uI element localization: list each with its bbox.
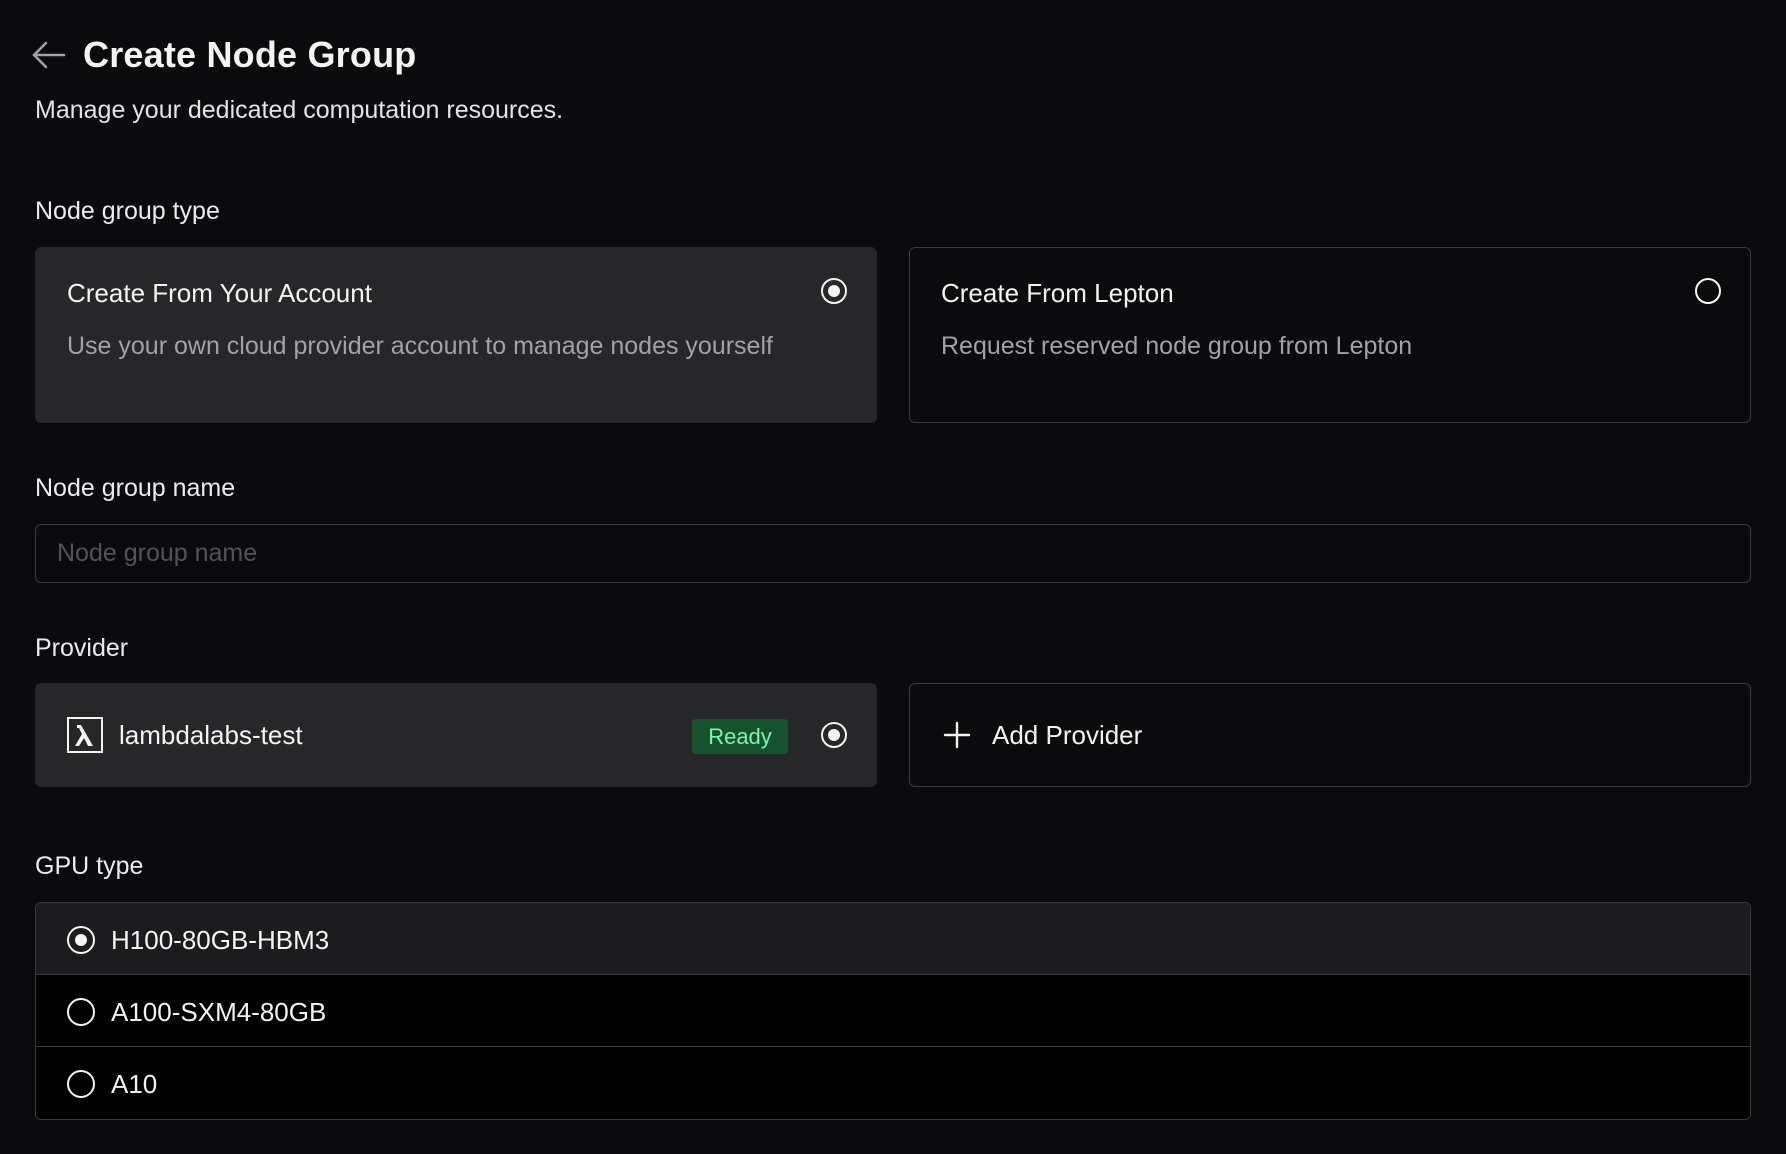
gpu-option-label: A10 (111, 1069, 158, 1099)
page-subtitle: Manage your dedicated computation resour… (35, 96, 564, 124)
status-badge: Ready (692, 719, 788, 754)
gpu-option-label: A100-SXM4-80GB (111, 997, 327, 1027)
gpu-option-a10[interactable]: A10 (36, 1047, 1750, 1119)
radio-create-from-account[interactable] (821, 278, 847, 304)
radio-gpu-h100[interactable] (67, 926, 95, 954)
gpu-type-list: H100-80GB-HBM3 A100-SXM4-80GB A10 (35, 902, 1751, 1120)
option-create-from-account[interactable]: Create From Your Account Use your own cl… (35, 247, 877, 423)
option-create-from-lepton[interactable]: Create From Lepton Request reserved node… (909, 247, 1751, 423)
provider-label: Provider (35, 634, 129, 662)
arrow-left-icon (32, 41, 66, 69)
gpu-option-a100[interactable]: A100-SXM4-80GB (36, 975, 1750, 1047)
back-button[interactable] (31, 37, 67, 73)
provider-item[interactable]: lambdalabs-test Ready (35, 683, 877, 787)
gpu-option-label: H100-80GB-HBM3 (111, 925, 330, 955)
node-group-name-label: Node group name (35, 474, 236, 502)
gpu-type-label: GPU type (35, 852, 144, 880)
node-group-type-label: Node group type (35, 197, 220, 225)
radio-gpu-a100[interactable] (67, 998, 95, 1026)
add-provider-label: Add Provider (992, 720, 1143, 750)
option-description: Use your own cloud provider account to m… (67, 332, 773, 360)
radio-gpu-a10[interactable] (67, 1070, 95, 1098)
option-title: Create From Your Account (67, 278, 372, 308)
page-title: Create Node Group (83, 34, 417, 75)
page-header: Create Node Group (32, 30, 417, 80)
radio-provider[interactable] (821, 722, 847, 748)
lambda-icon (67, 717, 103, 753)
option-title: Create From Lepton (941, 278, 1174, 308)
add-provider-button[interactable]: Add Provider (909, 683, 1751, 787)
gpu-option-h100[interactable]: H100-80GB-HBM3 (36, 903, 1750, 975)
plus-icon (943, 721, 971, 749)
option-description: Request reserved node group from Lepton (941, 332, 1413, 360)
node-group-name-input[interactable] (35, 524, 1751, 583)
radio-create-from-lepton[interactable] (1695, 278, 1721, 304)
provider-name: lambdalabs-test (119, 720, 303, 750)
